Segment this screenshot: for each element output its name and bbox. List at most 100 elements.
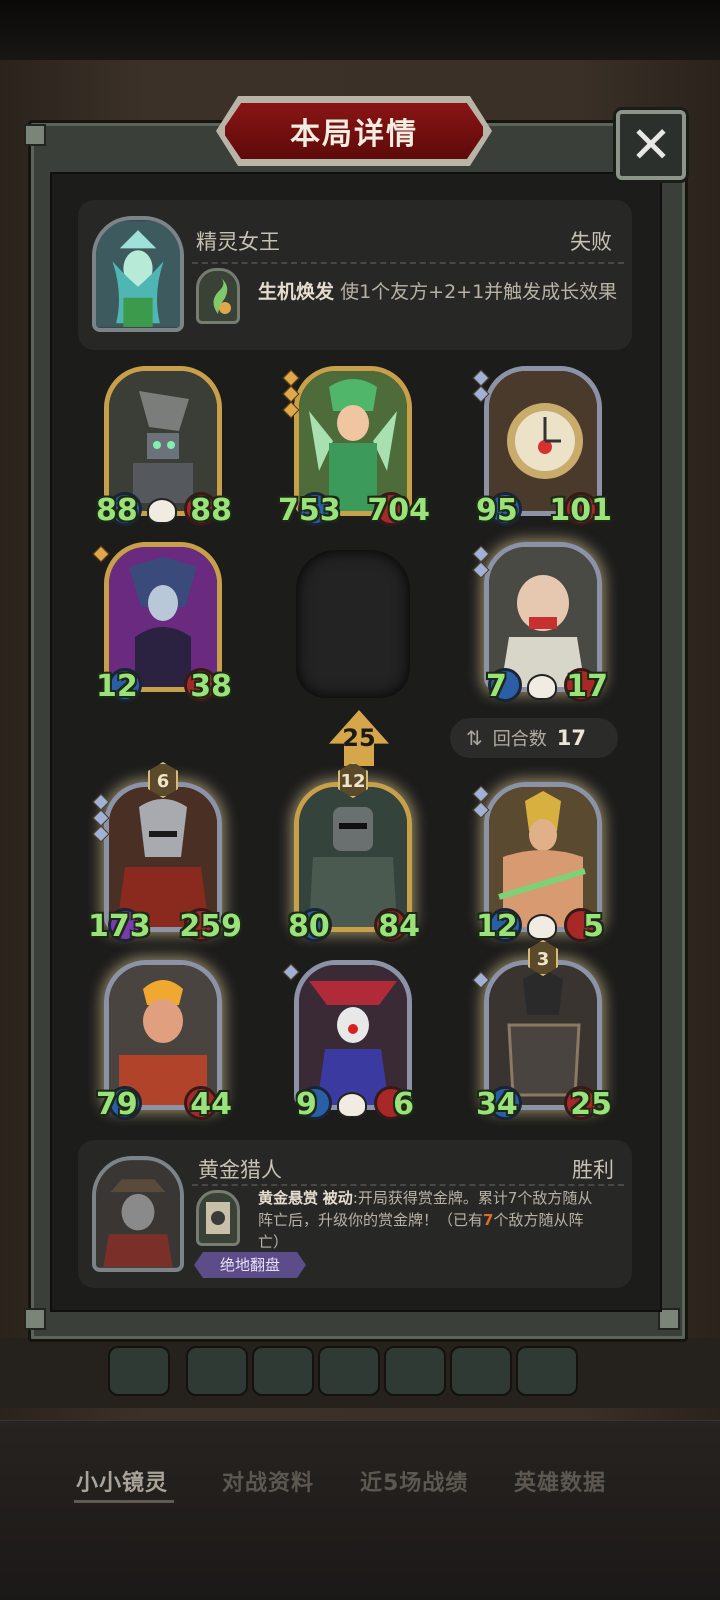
panel-corner: [24, 124, 46, 146]
round-value: 17: [556, 726, 586, 750]
minion-card[interactable]: 7 17: [472, 542, 608, 704]
deathrattle-skull-icon: [527, 674, 557, 700]
comeback-tag: 绝地翻盘: [194, 1252, 307, 1278]
player-skill-text-line3: 亡）: [258, 1231, 288, 1253]
minion-art-gladiator: [489, 787, 597, 927]
player-result: 胜利: [572, 1158, 614, 1182]
player-skill-description-4: 亡）: [258, 1233, 289, 1251]
divider: [192, 262, 624, 264]
golden-hunter-avatar: [96, 1161, 180, 1267]
tab-hero-data[interactable]: 英雄数据: [514, 1465, 606, 1497]
title-banner: 本局详情: [222, 100, 486, 162]
minion-attack: 7: [486, 669, 507, 704]
player-hero-portrait[interactable]: [92, 1156, 184, 1272]
minion-attack: 9: [296, 1087, 317, 1122]
background-card: [318, 1346, 380, 1396]
deathrattle-skull-icon: [147, 498, 177, 524]
minion-attack: 79: [96, 1087, 138, 1122]
minion-health: 5: [583, 909, 604, 944]
minion-health: 704: [367, 493, 430, 528]
player-skill-icon[interactable]: [196, 1190, 240, 1246]
background-card: [252, 1346, 314, 1396]
player-skill-text-line2: 阵亡后，升级你的赏金牌！（已有7个敌方随从阵: [258, 1209, 624, 1231]
opponent-skill-description: 使1个友方+2+1并触发成长效果: [340, 281, 618, 303]
minion-card[interactable]: 9 6: [282, 960, 414, 1122]
minion-health: 88: [190, 493, 232, 528]
minion-art-robot: [109, 371, 217, 511]
player-skill-type: 被动: [322, 1189, 353, 1207]
minion-attack: 95: [476, 493, 518, 528]
player-hero-name: 黄金猎人: [198, 1158, 282, 1182]
elf-queen-avatar: [96, 221, 180, 327]
minion-card[interactable]: 12 5: [472, 782, 604, 944]
minion-attack: 80: [288, 909, 330, 944]
minion-art-shield-warrior: [489, 965, 597, 1105]
minion-art-fairy: [299, 371, 407, 511]
background-card: [108, 1346, 170, 1396]
opponent-skill-name: 生机焕发: [258, 281, 335, 303]
minion-health: 44: [190, 1087, 232, 1122]
minion-attack: 34: [476, 1087, 518, 1122]
refresh-icon: ⇅: [466, 726, 483, 750]
round-counter: ⇅ 回合数 17: [450, 718, 618, 758]
divider: [192, 1184, 624, 1186]
minion-health: 84: [378, 909, 420, 944]
background-card: [384, 1346, 446, 1396]
sprout-icon: [213, 278, 231, 314]
opponent-result: 失败: [570, 230, 612, 254]
arrow-value: 25: [342, 724, 376, 752]
bottom-nav: [0, 1420, 720, 1600]
minion-health: 17: [566, 669, 608, 704]
player-skill-text: 黄金悬赏 被动:开局获得赏金牌。累计7个敌方随从: [258, 1187, 624, 1209]
minion-health: 6: [393, 1087, 414, 1122]
player-skill-count: 7: [483, 1211, 494, 1229]
close-icon: ✕: [630, 116, 672, 174]
player-skill-name: 黄金悬赏: [258, 1189, 319, 1207]
minion-art-knight: [109, 787, 217, 927]
minion-health: 101: [549, 493, 612, 528]
minion-attack: 12: [96, 669, 138, 704]
minion-art-sorceress: [109, 547, 217, 687]
tab-battle-info[interactable]: 对战资料: [222, 1465, 314, 1497]
minion-art-pirate: [489, 547, 597, 687]
background-card: [450, 1346, 512, 1396]
minion-health: 25: [570, 1087, 612, 1122]
minion-card[interactable]: 753 704: [278, 366, 430, 528]
minion-attack: 753: [278, 493, 341, 528]
opponent-skill-text: 生机焕发 使1个友方+2+1并触发成长效果: [258, 280, 617, 305]
tab-xiaoxiao-jingling[interactable]: 小小镜灵: [76, 1465, 168, 1497]
empty-minion-slot: [296, 550, 410, 698]
background-card: [516, 1346, 578, 1396]
panel-corner: [24, 1308, 46, 1330]
round-label: 回合数: [492, 729, 547, 750]
opponent-hero-name: 精灵女王: [196, 230, 280, 254]
background-card: [186, 1346, 248, 1396]
opponent-hero-portrait[interactable]: [92, 216, 184, 332]
deathrattle-skull-icon: [527, 914, 557, 940]
minion-card[interactable]: 6 173 259: [88, 762, 242, 944]
minion-card[interactable]: 79 44: [96, 960, 232, 1122]
tab-recent-5-matches[interactable]: 近5场战绩: [360, 1465, 468, 1497]
deathrattle-skull-icon: [337, 1092, 367, 1118]
minion-health: 38: [190, 669, 232, 704]
minion-card[interactable]: 95 101: [472, 366, 612, 528]
minion-card[interactable]: 3 34 25: [472, 940, 612, 1122]
page-title: 本局详情: [290, 117, 418, 152]
minion-attack: 88: [96, 493, 138, 528]
minion-card[interactable]: 12 80 84: [288, 762, 420, 944]
minion-art-armor: [299, 787, 407, 927]
minion-art-clock: [489, 371, 597, 511]
player-skill-description-1: :开局获得赏金牌。累计7个敌方随从: [352, 1189, 593, 1207]
minion-health: 259: [179, 909, 242, 944]
minion-card[interactable]: 88 88: [96, 366, 232, 528]
active-tab-underline: [74, 1500, 174, 1503]
bounty-poster-icon: [206, 1202, 230, 1234]
minion-art-brawler: [109, 965, 217, 1105]
minion-art-jester: [299, 965, 407, 1105]
opponent-skill-icon[interactable]: [196, 268, 240, 324]
minion-attack: 12: [476, 909, 518, 944]
close-button[interactable]: ✕: [616, 110, 686, 180]
player-skill-description-2: 阵亡后，升级你的赏金牌！（已有: [258, 1211, 484, 1229]
minion-card[interactable]: 12 38: [92, 542, 232, 704]
minion-attack: 173: [88, 909, 151, 944]
